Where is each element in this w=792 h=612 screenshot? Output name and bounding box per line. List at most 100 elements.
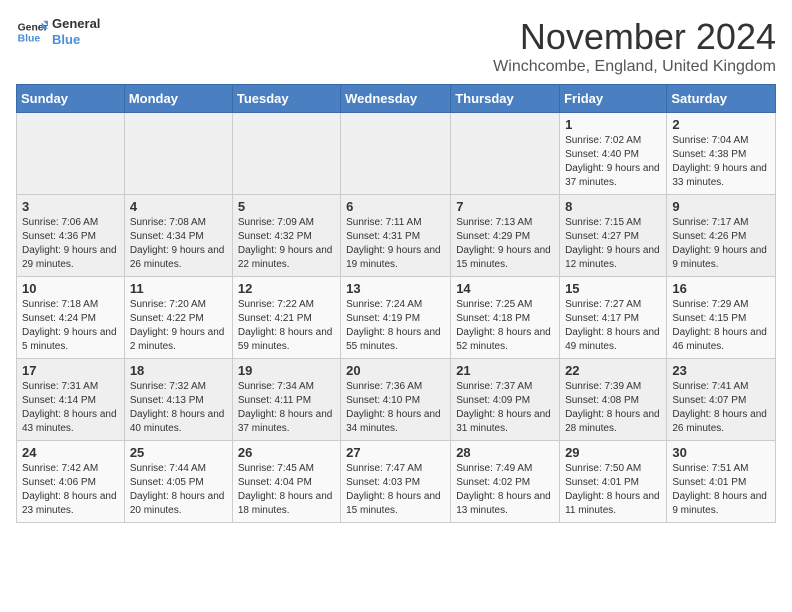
day-number: 19 [238,363,335,378]
calendar-cell [341,113,451,195]
day-number: 16 [672,281,770,296]
title-area: November 2024 Winchcombe, England, Unite… [493,16,776,76]
day-info: Sunrise: 7:11 AM Sunset: 4:31 PM Dayligh… [346,216,445,272]
day-info: Sunrise: 7:45 AM Sunset: 4:04 PM Dayligh… [238,462,335,518]
day-info: Sunrise: 7:25 AM Sunset: 4:18 PM Dayligh… [456,298,554,354]
day-info: Sunrise: 7:41 AM Sunset: 4:07 PM Dayligh… [672,380,770,436]
calendar-week-row: 17 Sunrise: 7:31 AM Sunset: 4:14 PM Dayli… [17,359,776,441]
page-header: General Blue General Blue November 2024 … [16,16,776,76]
day-info: Sunrise: 7:34 AM Sunset: 4:11 PM Dayligh… [238,380,335,436]
day-info: Sunrise: 7:44 AM Sunset: 4:05 PM Dayligh… [130,462,227,518]
day-number: 21 [456,363,554,378]
calendar-cell: 1 Sunrise: 7:02 AM Sunset: 4:40 PM Daylig… [560,113,667,195]
calendar-cell [451,113,560,195]
calendar-cell: 27 Sunrise: 7:47 AM Sunset: 4:03 PM Dayli… [341,441,451,523]
calendar-cell: 2 Sunrise: 7:04 AM Sunset: 4:38 PM Daylig… [667,113,776,195]
calendar-cell: 8Sunrise: 7:15 AM Sunset: 4:27 PM Daylig… [560,195,667,277]
day-number: 7 [456,199,554,214]
day-number: 23 [672,363,770,378]
day-info: Sunrise: 7:08 AM Sunset: 4:34 PM Dayligh… [130,216,227,272]
logo-general: General [52,16,100,32]
calendar-cell: 23 Sunrise: 7:41 AM Sunset: 4:07 PM Dayli… [667,359,776,441]
weekday-header-tuesday: Tuesday [232,85,340,113]
calendar-cell: 4Sunrise: 7:08 AM Sunset: 4:34 PM Daylig… [124,195,232,277]
weekday-header-thursday: Thursday [451,85,560,113]
calendar-cell: 10 Sunrise: 7:18 AM Sunset: 4:24 PM Dayli… [17,277,125,359]
month-title: November 2024 [493,16,776,58]
day-number: 2 [672,117,770,132]
location-title: Winchcombe, England, United Kingdom [493,58,776,76]
day-info: Sunrise: 7:51 AM Sunset: 4:01 PM Dayligh… [672,462,770,518]
day-info: Sunrise: 7:24 AM Sunset: 4:19 PM Dayligh… [346,298,445,354]
calendar-cell: 5 Sunrise: 7:09 AM Sunset: 4:32 PM Daylig… [232,195,340,277]
day-number: 5 [238,199,335,214]
day-number: 18 [130,363,227,378]
day-info: Sunrise: 7:50 AM Sunset: 4:01 PM Dayligh… [565,462,661,518]
calendar-cell: 3 Sunrise: 7:06 AM Sunset: 4:36 PM Daylig… [17,195,125,277]
logo-icon: General Blue [16,16,48,48]
day-info: Sunrise: 7:27 AM Sunset: 4:17 PM Dayligh… [565,298,661,354]
calendar-cell: 20 Sunrise: 7:36 AM Sunset: 4:10 PM Dayli… [341,359,451,441]
calendar-cell: 25 Sunrise: 7:44 AM Sunset: 4:05 PM Dayli… [124,441,232,523]
day-number: 6 [346,199,445,214]
calendar-cell: 16Sunrise: 7:29 AM Sunset: 4:15 PM Dayli… [667,277,776,359]
day-number: 26 [238,445,335,460]
calendar-week-row: 3 Sunrise: 7:06 AM Sunset: 4:36 PM Daylig… [17,195,776,277]
logo: General Blue General Blue [16,16,100,48]
day-info: Sunrise: 7:02 AM Sunset: 4:40 PM Dayligh… [565,134,661,190]
calendar-week-row: 10 Sunrise: 7:18 AM Sunset: 4:24 PM Dayli… [17,277,776,359]
calendar-cell: 24Sunrise: 7:42 AM Sunset: 4:06 PM Dayli… [17,441,125,523]
day-info: Sunrise: 7:39 AM Sunset: 4:08 PM Dayligh… [565,380,661,436]
day-number: 28 [456,445,554,460]
day-info: Sunrise: 7:36 AM Sunset: 4:10 PM Dayligh… [346,380,445,436]
calendar-cell: 29Sunrise: 7:50 AM Sunset: 4:01 PM Dayli… [560,441,667,523]
day-number: 20 [346,363,445,378]
day-info: Sunrise: 7:09 AM Sunset: 4:32 PM Dayligh… [238,216,335,272]
day-number: 13 [346,281,445,296]
calendar-week-row: 24Sunrise: 7:42 AM Sunset: 4:06 PM Dayli… [17,441,776,523]
day-info: Sunrise: 7:31 AM Sunset: 4:14 PM Dayligh… [22,380,119,436]
calendar-cell: 22 Sunrise: 7:39 AM Sunset: 4:08 PM Dayli… [560,359,667,441]
day-info: Sunrise: 7:37 AM Sunset: 4:09 PM Dayligh… [456,380,554,436]
calendar-cell: 17 Sunrise: 7:31 AM Sunset: 4:14 PM Dayli… [17,359,125,441]
calendar-body: 1 Sunrise: 7:02 AM Sunset: 4:40 PM Daylig… [17,113,776,523]
day-number: 25 [130,445,227,460]
day-number: 3 [22,199,119,214]
day-number: 11 [130,281,227,296]
weekday-header-wednesday: Wednesday [341,85,451,113]
calendar-cell: 15 Sunrise: 7:27 AM Sunset: 4:17 PM Dayli… [560,277,667,359]
day-number: 27 [346,445,445,460]
logo-blue: Blue [52,32,100,48]
calendar-cell: 6 Sunrise: 7:11 AM Sunset: 4:31 PM Daylig… [341,195,451,277]
day-number: 22 [565,363,661,378]
calendar-cell [124,113,232,195]
day-info: Sunrise: 7:42 AM Sunset: 4:06 PM Dayligh… [22,462,119,518]
calendar-cell: 30Sunrise: 7:51 AM Sunset: 4:01 PM Dayli… [667,441,776,523]
calendar-table: SundayMondayTuesdayWednesdayThursdayFrid… [16,84,776,523]
calendar-cell: 21 Sunrise: 7:37 AM Sunset: 4:09 PM Dayli… [451,359,560,441]
calendar-week-row: 1 Sunrise: 7:02 AM Sunset: 4:40 PM Daylig… [17,113,776,195]
day-number: 10 [22,281,119,296]
calendar-cell: 12Sunrise: 7:22 AM Sunset: 4:21 PM Dayli… [232,277,340,359]
weekday-header-sunday: Sunday [17,85,125,113]
calendar-cell: 13 Sunrise: 7:24 AM Sunset: 4:19 PM Dayli… [341,277,451,359]
day-info: Sunrise: 7:32 AM Sunset: 4:13 PM Dayligh… [130,380,227,436]
svg-text:Blue: Blue [18,34,41,45]
day-info: Sunrise: 7:49 AM Sunset: 4:02 PM Dayligh… [456,462,554,518]
day-number: 15 [565,281,661,296]
day-number: 14 [456,281,554,296]
day-info: Sunrise: 7:47 AM Sunset: 4:03 PM Dayligh… [346,462,445,518]
day-number: 8 [565,199,661,214]
weekday-header-friday: Friday [560,85,667,113]
day-info: Sunrise: 7:04 AM Sunset: 4:38 PM Dayligh… [672,134,770,190]
weekday-header-saturday: Saturday [667,85,776,113]
calendar-header: SundayMondayTuesdayWednesdayThursdayFrid… [17,85,776,113]
day-number: 1 [565,117,661,132]
day-info: Sunrise: 7:06 AM Sunset: 4:36 PM Dayligh… [22,216,119,272]
calendar-cell: 14 Sunrise: 7:25 AM Sunset: 4:18 PM Dayli… [451,277,560,359]
weekday-header-row: SundayMondayTuesdayWednesdayThursdayFrid… [17,85,776,113]
calendar-cell: 18 Sunrise: 7:32 AM Sunset: 4:13 PM Dayli… [124,359,232,441]
calendar-cell: 9Sunrise: 7:17 AM Sunset: 4:26 PM Daylig… [667,195,776,277]
day-number: 17 [22,363,119,378]
day-info: Sunrise: 7:18 AM Sunset: 4:24 PM Dayligh… [22,298,119,354]
